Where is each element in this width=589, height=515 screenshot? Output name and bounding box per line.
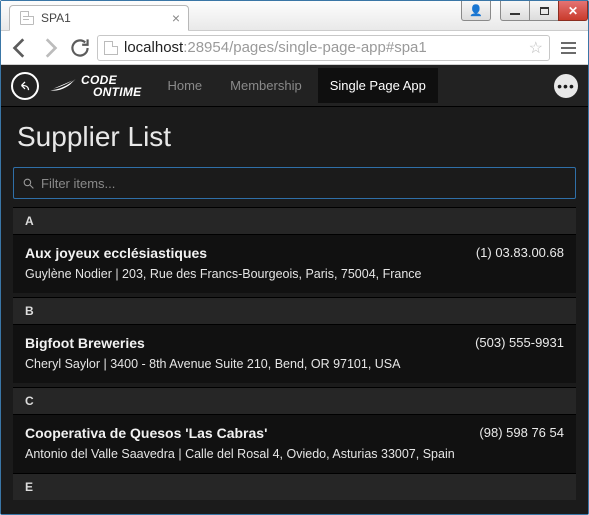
browser-reload-button[interactable] bbox=[67, 35, 93, 61]
list-item[interactable]: Aux joyeux ecclésiastiques (1) 03.83.00.… bbox=[13, 234, 576, 293]
chrome-user-button[interactable]: 👤 bbox=[461, 1, 491, 21]
url-path: :28954/pages/single-page-app#spa1 bbox=[183, 39, 427, 56]
bookmark-star-icon[interactable]: ☆ bbox=[529, 38, 543, 58]
browser-menu-button[interactable] bbox=[554, 35, 582, 61]
app-nav: Home Membership Single Page App bbox=[155, 68, 437, 103]
logo-line2: ONTIME bbox=[93, 86, 141, 98]
page-favicon-icon bbox=[20, 11, 34, 25]
browser-forward-button[interactable] bbox=[37, 35, 63, 61]
app-logo[interactable]: CODE ONTIME bbox=[49, 74, 141, 98]
browser-toolbar: localhost:28954/pages/single-page-app#sp… bbox=[1, 31, 588, 65]
filter-box[interactable] bbox=[13, 167, 576, 199]
nav-single-page-app[interactable]: Single Page App bbox=[318, 68, 438, 103]
maximize-icon bbox=[540, 7, 549, 15]
list-item[interactable]: Cooperativa de Quesos 'Las Cabras' (98) … bbox=[13, 414, 576, 473]
ellipsis-icon: ••• bbox=[557, 78, 575, 94]
app-header: CODE ONTIME Home Membership Single Page … bbox=[1, 65, 588, 107]
section-header[interactable]: A bbox=[13, 207, 576, 234]
logo-line1: CODE bbox=[81, 74, 141, 86]
nav-home[interactable]: Home bbox=[155, 68, 214, 103]
reload-icon bbox=[67, 35, 93, 61]
app-viewport: CODE ONTIME Home Membership Single Page … bbox=[1, 65, 588, 514]
browser-back-button[interactable] bbox=[7, 35, 33, 61]
supplier-subtitle: Guylène Nodier | 203, Rue des Francs-Bou… bbox=[25, 267, 564, 281]
section-header[interactable]: E bbox=[13, 473, 576, 500]
close-icon: ✕ bbox=[568, 5, 578, 17]
arrow-right-icon bbox=[37, 35, 63, 61]
window-close-button[interactable]: ✕ bbox=[558, 1, 588, 21]
browser-tab[interactable]: SPA1 × bbox=[9, 5, 189, 31]
supplier-subtitle: Cheryl Saylor | 3400 - 8th Avenue Suite … bbox=[25, 357, 564, 371]
page-title: Supplier List bbox=[1, 107, 588, 167]
list-item[interactable]: Bigfoot Breweries (503) 555-9931 Cheryl … bbox=[13, 324, 576, 383]
close-tab-icon[interactable]: × bbox=[172, 10, 180, 26]
minimize-icon bbox=[510, 13, 520, 15]
window-maximize-button[interactable] bbox=[529, 1, 559, 21]
nav-membership[interactable]: Membership bbox=[218, 68, 314, 103]
supplier-list: A Aux joyeux ecclésiastiques (1) 03.83.0… bbox=[1, 167, 588, 512]
hamburger-icon bbox=[561, 47, 576, 49]
browser-tabstrip: SPA1 × bbox=[1, 1, 189, 31]
window-minimize-button[interactable] bbox=[500, 1, 530, 21]
search-icon bbox=[22, 177, 35, 190]
browser-address-bar[interactable]: localhost:28954/pages/single-page-app#sp… bbox=[97, 35, 550, 61]
window-titlebar: SPA1 × 👤 ✕ bbox=[1, 1, 588, 31]
supplier-subtitle: Antonio del Valle Saavedra | Calle del R… bbox=[25, 447, 564, 461]
section-header[interactable]: B bbox=[13, 297, 576, 324]
app-back-button[interactable] bbox=[11, 72, 39, 100]
wing-icon bbox=[49, 77, 77, 95]
url-host: localhost bbox=[124, 39, 183, 56]
supplier-phone: (503) 555-9931 bbox=[475, 335, 564, 350]
section-header[interactable]: C bbox=[13, 387, 576, 414]
browser-tab-title: SPA1 bbox=[41, 11, 71, 25]
supplier-phone: (1) 03.83.00.68 bbox=[476, 245, 564, 260]
back-arrow-icon bbox=[18, 79, 32, 93]
window-controls: 👤 ✕ bbox=[462, 1, 588, 21]
page-icon bbox=[104, 41, 118, 55]
logo-text: CODE ONTIME bbox=[81, 74, 141, 98]
app-more-button[interactable]: ••• bbox=[554, 74, 578, 98]
filter-input[interactable] bbox=[41, 176, 567, 191]
user-icon: 👤 bbox=[469, 4, 483, 17]
supplier-phone: (98) 598 76 54 bbox=[479, 425, 564, 440]
arrow-left-icon bbox=[7, 35, 33, 61]
url-text: localhost:28954/pages/single-page-app#sp… bbox=[124, 39, 427, 56]
